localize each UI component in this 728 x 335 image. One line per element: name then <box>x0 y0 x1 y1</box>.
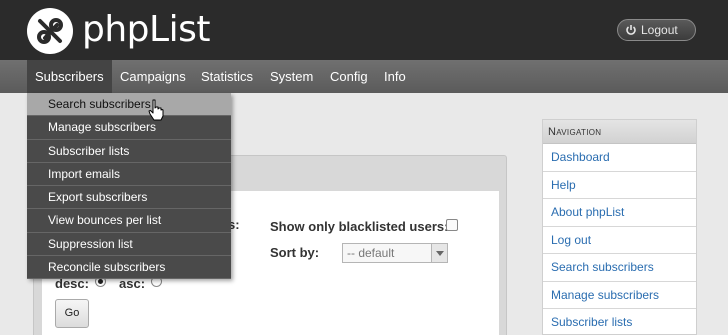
blacklist-label: Show only blacklisted users: <box>270 219 449 234</box>
sort-by-select[interactable]: -- default <box>342 243 448 263</box>
sidebar-link-logout[interactable]: Log out <box>543 227 696 254</box>
app-name[interactable]: phpList <box>82 8 210 52</box>
navigation-sidebar: Navigation Dashboard Help About phpList … <box>542 119 697 335</box>
subscribers-dropdown-menu: Search subscribers Manage subscribers Su… <box>27 93 231 280</box>
phplist-logo-icon[interactable] <box>27 8 73 54</box>
sidebar-link-dashboard[interactable]: Dashboard <box>543 144 696 172</box>
sidebar-link-search-subscribers[interactable]: Search subscribers <box>543 254 696 282</box>
power-icon <box>625 22 637 35</box>
sidebar-link-subscriber-lists[interactable]: Subscriber lists <box>543 309 696 335</box>
tab-info[interactable]: Info <box>384 60 406 93</box>
menu-item-search-subscribers[interactable]: Search subscribers <box>27 93 231 117</box>
tab-system[interactable]: System <box>270 60 313 93</box>
menu-item-reconcile-subscribers[interactable]: Reconcile subscribers <box>27 256 231 280</box>
chevron-down-icon <box>431 244 447 262</box>
tab-campaigns[interactable]: Campaigns <box>120 60 186 93</box>
logout-label: Logout <box>641 23 678 37</box>
sidebar-link-about[interactable]: About phpList <box>543 199 696 227</box>
sort-by-value: -- default <box>347 246 395 260</box>
menu-item-export-subscribers[interactable]: Export subscribers <box>27 186 231 210</box>
menu-item-subscriber-lists[interactable]: Subscriber lists <box>27 140 231 163</box>
sidebar-link-manage-subscribers[interactable]: Manage subscribers <box>543 282 696 309</box>
main-nav: Subscribers Campaigns Statistics System … <box>0 60 728 93</box>
tab-subscribers[interactable]: Subscribers <box>27 60 112 93</box>
menu-item-import-emails[interactable]: Import emails <box>27 163 231 187</box>
tab-statistics[interactable]: Statistics <box>201 60 253 93</box>
logout-button[interactable]: Logout <box>617 19 696 41</box>
hand-pointer-icon <box>148 99 164 121</box>
sort-by-label: Sort by: <box>270 245 320 260</box>
menu-item-view-bounces[interactable]: View bounces per list <box>27 209 231 233</box>
tab-config[interactable]: Config <box>330 60 368 93</box>
sidebar-heading: Navigation <box>543 120 696 144</box>
go-button[interactable]: Go <box>55 299 89 328</box>
sidebar-link-help[interactable]: Help <box>543 172 696 199</box>
menu-item-suppression-list[interactable]: Suppression list <box>27 233 231 257</box>
menu-item-manage-subscribers[interactable]: Manage subscribers <box>27 116 231 140</box>
blacklist-checkbox[interactable] <box>446 219 458 231</box>
